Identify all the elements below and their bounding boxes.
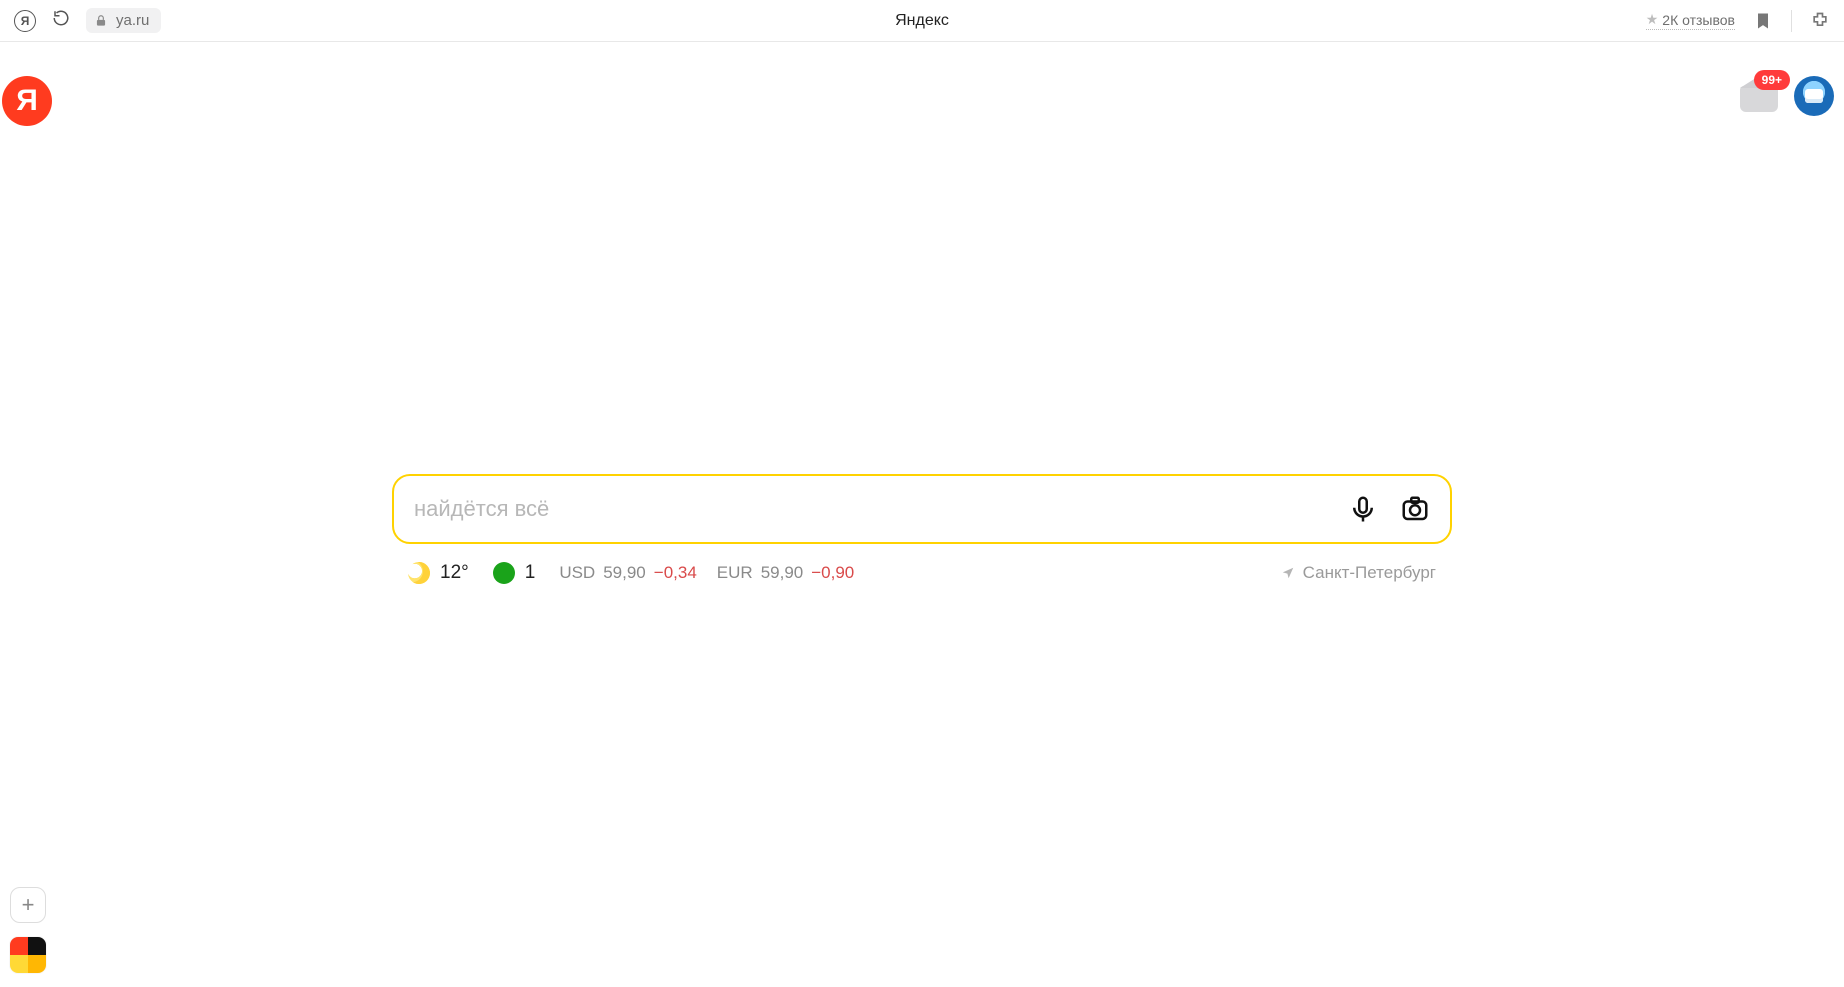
rate-eur: EUR 59,90 −0,90 (717, 563, 854, 583)
avatar[interactable] (1794, 76, 1834, 116)
rate-delta: −0,90 (811, 563, 854, 583)
traffic-status-icon (493, 562, 515, 584)
info-bar: 12° 1 USD 59,90 −0,34 EUR 59,90 −0,90 (392, 562, 1452, 584)
sidebar-dock: + (10, 887, 46, 973)
tile-quadrant (28, 937, 46, 955)
currency-rates[interactable]: USD 59,90 −0,34 EUR 59,90 −0,90 (559, 563, 854, 583)
geo-label: Санкт-Петербург (1303, 563, 1436, 583)
rate-value: 59,90 (761, 563, 804, 583)
rate-code: USD (559, 563, 595, 583)
add-shortcut-button[interactable]: + (10, 887, 46, 923)
browser-home-icon[interactable]: Я (14, 10, 36, 32)
location-icon (1281, 566, 1295, 580)
yandex-logo[interactable]: Я (2, 76, 52, 126)
dock-app-tile[interactable] (10, 937, 46, 973)
mail-button[interactable]: 99+ (1740, 80, 1780, 112)
search-box (392, 474, 1452, 544)
search-actions (1348, 494, 1430, 524)
tile-quadrant (28, 955, 46, 973)
tab-title: Яндекс (895, 12, 949, 30)
chrome-left: Я ya.ru (14, 8, 161, 33)
address-bar-text: ya.ru (116, 12, 149, 29)
rate-code: EUR (717, 563, 753, 583)
traffic-level: 1 (525, 562, 536, 584)
browser-chrome: Я ya.ru Яндекс ★ 2К отзывов (0, 0, 1844, 42)
image-search-icon[interactable] (1400, 494, 1430, 524)
bookmark-icon[interactable] (1753, 11, 1773, 31)
mail-badge: 99+ (1754, 70, 1790, 90)
rate-usd: USD 59,90 −0,34 (559, 563, 696, 583)
extensions-icon[interactable] (1810, 11, 1830, 31)
address-bar[interactable]: ya.ru (86, 8, 161, 33)
rate-value: 59,90 (603, 563, 646, 583)
chrome-right: ★ 2К отзывов (1646, 10, 1830, 32)
reload-icon (52, 9, 70, 27)
rate-delta: −0,34 (654, 563, 697, 583)
search-input[interactable] (414, 496, 1348, 522)
geo-widget[interactable]: Санкт-Петербург (1281, 563, 1436, 583)
reload-button[interactable] (52, 9, 70, 32)
header-actions: 99+ (1740, 76, 1834, 116)
divider (1791, 10, 1792, 32)
tile-quadrant (10, 955, 28, 973)
voice-search-icon[interactable] (1348, 494, 1378, 524)
tile-quadrant (10, 937, 28, 955)
reviews-link[interactable]: ★ 2К отзывов (1646, 11, 1735, 30)
yandex-logo-letter: Я (16, 84, 38, 118)
search-area: 12° 1 USD 59,90 −0,34 EUR 59,90 −0,90 (392, 474, 1452, 584)
weather-widget[interactable]: 12° (408, 562, 469, 584)
star-icon: ★ (1646, 11, 1659, 28)
page: Я 99+ (0, 42, 1844, 987)
traffic-widget[interactable]: 1 (493, 562, 536, 584)
lock-icon (94, 14, 108, 28)
weather-icon (405, 559, 433, 587)
reviews-label: 2К отзывов (1662, 12, 1735, 28)
weather-temp: 12° (440, 562, 469, 584)
